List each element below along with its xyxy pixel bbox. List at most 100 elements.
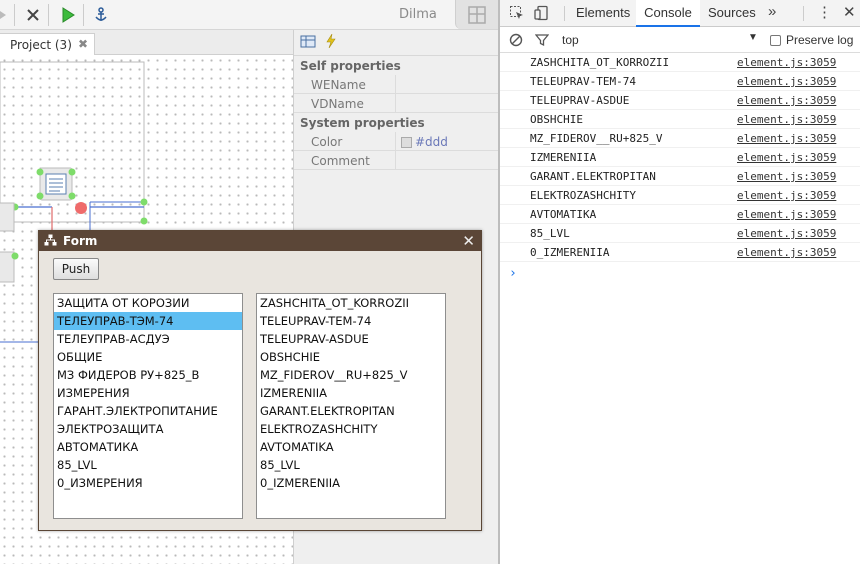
filter-icon[interactable] [534,33,550,50]
tab-elements[interactable]: Elements [576,0,630,27]
list-item[interactable]: ZASHCHITA_OT_KORROZII [257,294,445,312]
clear-console-icon[interactable] [509,33,523,50]
prop-value[interactable] [396,94,498,112]
source-link[interactable]: element.js:3059 [737,56,836,69]
source-link[interactable]: element.js:3059 [737,208,836,221]
chevron-down-icon[interactable]: ▼ [748,32,758,43]
form-dialog: Form ✕ Push ЗАЩИТА ОТ КОРОЗИИ ТЕЛЕУПРАВ-Т… [38,230,482,531]
tab-close-icon[interactable]: ✖ [78,37,88,51]
source-link[interactable]: element.js:3059 [737,170,836,183]
source-link[interactable]: element.js:3059 [737,113,836,126]
prop-value[interactable] [396,151,498,169]
list-item[interactable]: 85_LVL [257,456,445,474]
console-message-text: IZMERENIIA [530,151,597,164]
preserve-log-checkbox[interactable]: Preserve log [770,33,853,47]
prop-row-comment[interactable]: Comment [294,151,498,170]
more-tabs-icon[interactable]: » [768,3,776,20]
side-node[interactable] [0,202,15,232]
list-item[interactable]: IZMERENIIA [257,384,445,402]
list-item[interactable]: ОБЩИЕ [54,348,242,366]
prop-row-wename[interactable]: WEName [294,75,498,94]
arrow-right-icon[interactable] [0,5,14,25]
lightning-icon[interactable] [326,33,336,51]
main-toolbar: Dilma [0,0,498,30]
preserve-log-label: Preserve log [786,33,854,47]
toolbar-separator [83,4,84,26]
prop-row-vdname[interactable]: VDName [294,94,498,113]
console-message-text: TELEUPRAV-ASDUE [530,94,630,107]
list-item[interactable]: OBSHCHIE [257,348,445,366]
toolbar-separator [14,4,15,26]
list-item[interactable]: TELEUPRAV-TEM-74 [257,312,445,330]
close-devtools-icon[interactable]: ✕ [843,3,856,21]
tab-sources[interactable]: Sources [708,0,756,27]
console-message-text: 0_IZMERENIIA [530,246,610,259]
form-titlebar[interactable]: Form ✕ [39,231,481,251]
console-prompt-icon[interactable]: › [509,266,517,281]
console-message-text: ZASHCHITA_OT_KORROZII [530,56,670,69]
list-item[interactable]: TELEUPRAV-ASDUE [257,330,445,348]
color-swatch[interactable] [401,136,412,148]
source-link[interactable]: element.js:3059 [737,227,836,240]
console-message: AVTOMATIKA element.js:3059 [500,205,860,224]
list-item[interactable]: АВТОМАТИКА [54,438,242,456]
execution-context-select[interactable]: top [562,33,579,47]
list-item[interactable]: GARANT.ELEKTROPITAN [257,402,445,420]
devtools-separator [564,6,565,21]
list-item[interactable]: 0_IZMERENIIA [257,474,445,492]
list-item[interactable]: ЗАЩИТА ОТ КОРОЗИИ [54,294,242,312]
push-button[interactable]: Push [53,258,99,280]
prop-row-color[interactable]: Color #ddd [294,132,498,151]
connector-point[interactable] [75,202,87,214]
transliterated-listbox[interactable]: ZASHCHITA_OT_KORROZII TELEUPRAV-TEM-74 TEL… [256,293,446,519]
source-link[interactable]: element.js:3059 [737,151,836,164]
cyrillic-listbox[interactable]: ЗАЩИТА ОТ КОРОЗИИ ТЕЛЕУПРАВ-ТЭМ-74 ТЕЛЕУПР… [53,293,243,519]
delete-icon[interactable] [23,5,43,25]
console-message-text: ELEKTROZASHCHITY [530,189,636,202]
source-link[interactable]: element.js:3059 [737,132,836,145]
list-item[interactable]: ИЗМЕРЕНИЯ [54,384,242,402]
prop-value[interactable] [396,75,498,93]
devtools-panel: Elements Console Sources » ⋮ ✕ top ▼ Pre… [500,0,860,564]
list-item[interactable]: 85_LVL [54,456,242,474]
prop-value-color[interactable]: #ddd [396,132,498,150]
list-item[interactable]: ТЕЛЕУПРАВ-АСДУЭ [54,330,242,348]
anchor-icon[interactable] [91,5,111,25]
form-close-icon[interactable]: ✕ [462,232,475,250]
console-message: TELEUPRAV-ASDUE element.js:3059 [500,91,860,110]
console-message-text: TELEUPRAV-TEM-74 [530,75,636,88]
console-message: 85_LVL element.js:3059 [500,224,860,243]
source-link[interactable]: element.js:3059 [737,189,836,202]
list-item[interactable]: ELEKTROZASHCHITY [257,420,445,438]
list-item[interactable]: МЗ ФИДЕРОВ РУ+825_В [54,366,242,384]
source-link[interactable]: element.js:3059 [737,94,836,107]
list-item[interactable]: AVTOMATIKA [257,438,445,456]
run-icon[interactable] [58,5,78,25]
list-item[interactable]: ЭЛЕКТРОЗАЩИТА [54,420,242,438]
list-item[interactable]: MZ_FIDEROV__RU+825_V [257,366,445,384]
console-message: MZ_FIDEROV__RU+825_V element.js:3059 [500,129,860,148]
tab-project[interactable]: Project (3) ✖ [0,33,95,55]
layout-icon[interactable] [455,0,498,29]
list-item[interactable]: 0_ИЗМЕРЕНИЯ [54,474,242,492]
list-item[interactable]: ГАРАНТ.ЭЛЕКТРОПИТАНИЕ [54,402,242,420]
tab-project-label: Project (3) [10,37,72,52]
app-brand: Dilma [399,7,437,22]
document-node[interactable] [36,167,76,201]
checkbox-box[interactable] [770,34,781,46]
source-link[interactable]: element.js:3059 [737,75,836,88]
self-properties-header: Self properties [300,59,401,73]
console-message: ZASHCHITA_OT_KORROZII element.js:3059 [500,53,860,72]
devtools-header: Elements Console Sources » ⋮ ✕ [500,0,860,27]
source-link[interactable]: element.js:3059 [737,246,836,259]
tab-console[interactable]: Console [636,0,700,27]
list-item[interactable]: ТЕЛЕУПРАВ-ТЭМ-74 [54,312,242,330]
prop-key: Color [294,132,396,150]
properties-grid-icon[interactable] [300,34,316,51]
device-toolbar-icon[interactable] [534,5,550,21]
console-message-text: GARANT.ELEKTROPITAN [530,170,656,183]
devtools-separator [803,6,804,21]
console-message: 0_IZMERENIIA element.js:3059 [500,243,860,262]
kebab-menu-icon[interactable]: ⋮ [817,3,832,21]
inspect-element-icon[interactable] [509,5,525,21]
